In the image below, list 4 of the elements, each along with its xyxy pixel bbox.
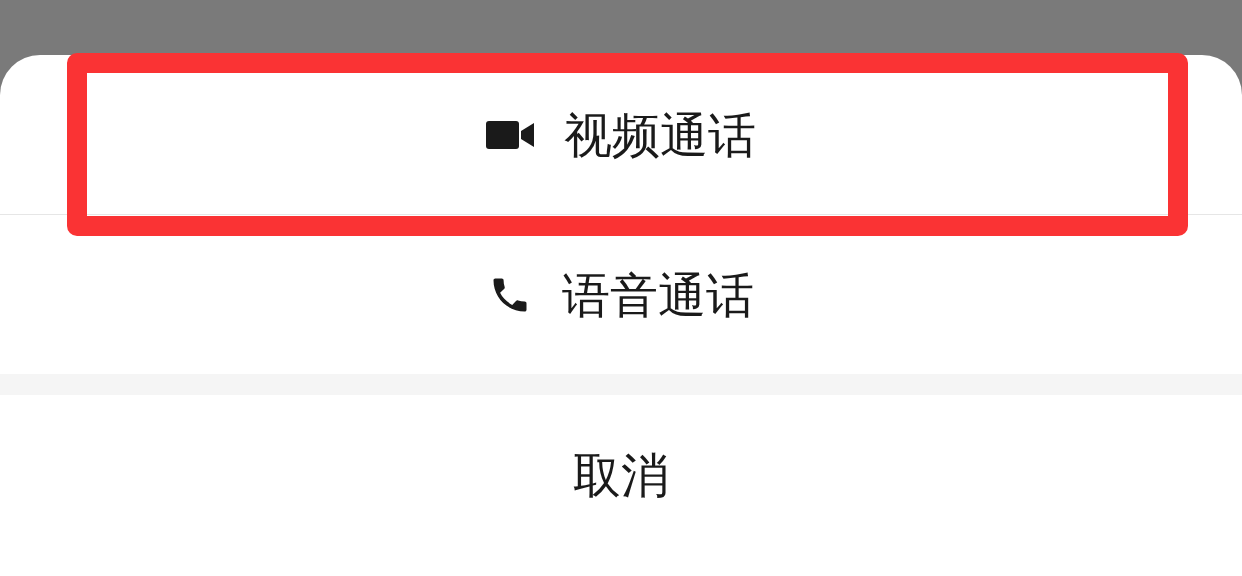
option-label[interactable]: 视频通话	[564, 110, 756, 159]
option-label[interactable]: 语音通话	[562, 270, 754, 319]
video-camera-icon	[486, 120, 534, 149]
cancel-button[interactable]: 取消	[573, 450, 669, 499]
